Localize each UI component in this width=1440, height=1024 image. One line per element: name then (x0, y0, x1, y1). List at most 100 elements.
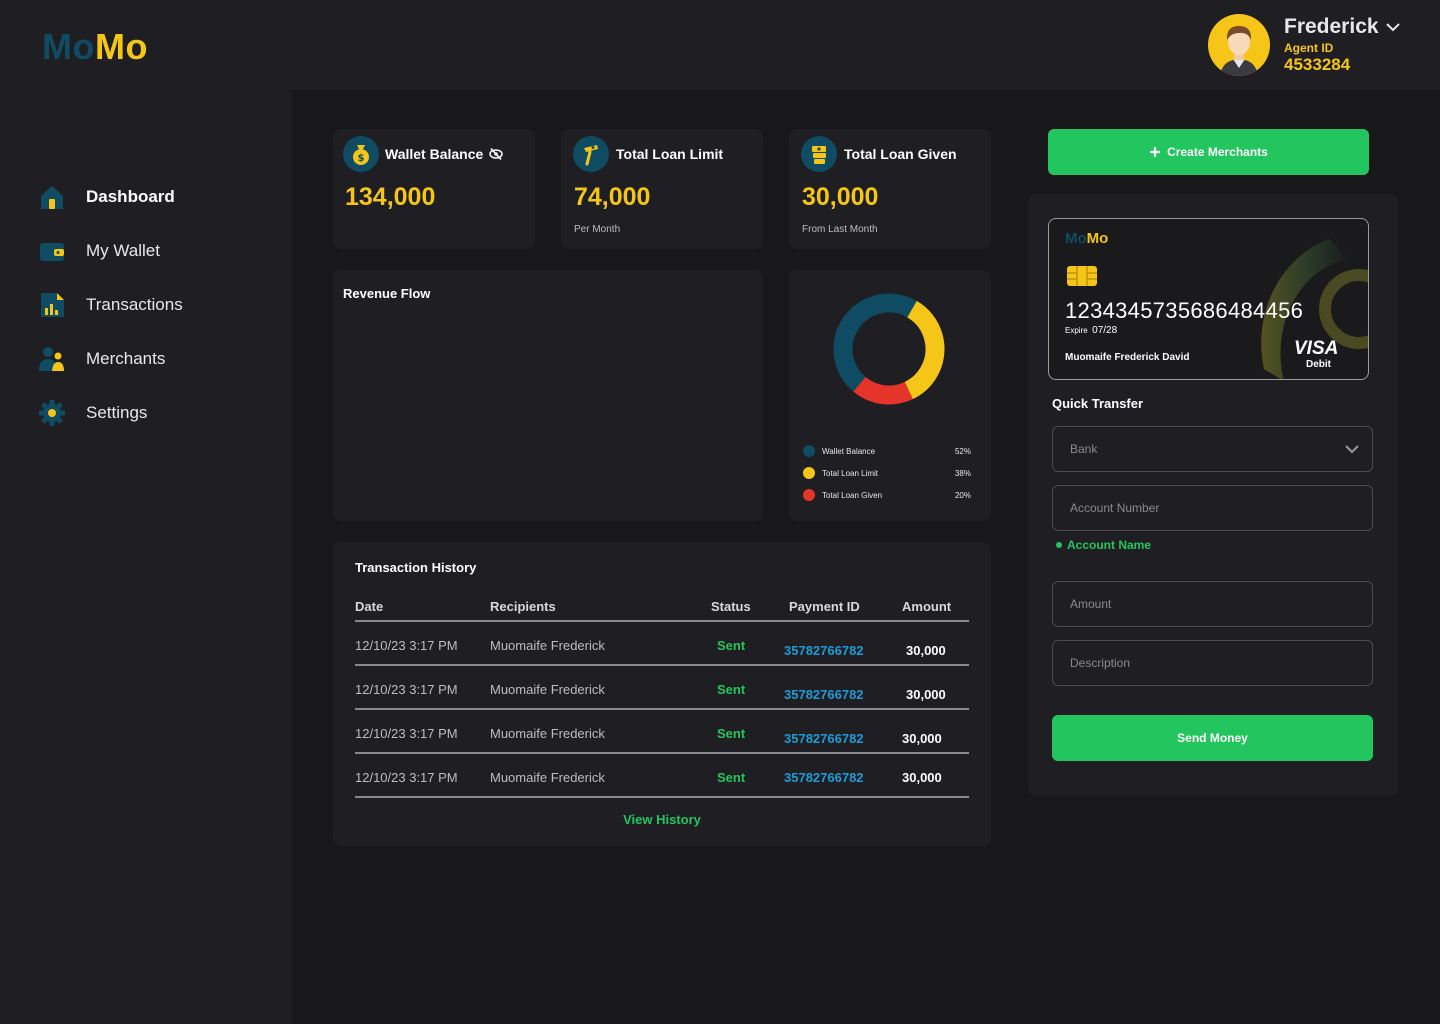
sidebar-item-label: Settings (86, 403, 148, 422)
legend-value: 38% (954, 468, 971, 478)
transaction-history-title: Transaction History (355, 560, 477, 575)
sidebar-item-dashboard[interactable]: Dashboard (38, 170, 183, 224)
card-holder-name: Muomaife Frederick David (1065, 352, 1190, 363)
revenue-flow-card: Revenue Flow (333, 270, 763, 521)
total-loan-given-card: Total Loan Given 30,000 From Last Month (789, 129, 991, 249)
cell-payment-id[interactable]: 35782766782 (784, 731, 864, 746)
send-money-label: Send Money (1177, 731, 1248, 745)
view-history-link[interactable]: View History (333, 812, 991, 827)
eye-off-icon[interactable] (489, 147, 504, 161)
card-number: 1234345735686484456 (1065, 298, 1304, 323)
donut-chart (833, 293, 945, 405)
card-brand: MoMo (1065, 230, 1109, 247)
visa-logo: VISA (1294, 338, 1339, 359)
divider (355, 620, 969, 622)
create-merchants-button[interactable]: Create Merchants (1048, 129, 1369, 175)
status-badge: Sent (717, 726, 746, 741)
sidebar-nav: Dashboard My Wallet Transactions Merchan… (38, 170, 183, 440)
chevron-down-icon[interactable] (1385, 15, 1401, 39)
status-dot-icon (1056, 542, 1062, 548)
column-header-payment-id: Payment ID (789, 599, 860, 614)
cell-date: 12/10/23 3:17 PM (355, 770, 458, 785)
account-number-field[interactable] (1052, 485, 1373, 531)
cell-amount: 30,000 (902, 731, 942, 746)
bank-select[interactable]: Bank (1052, 426, 1373, 472)
stat-value: 74,000 (574, 183, 651, 211)
cell-payment-id[interactable]: 35782766782 (784, 687, 864, 702)
bar-chart-icon (38, 291, 66, 319)
stat-title: Total Loan Limit (616, 146, 724, 162)
bank-select-value: Bank (1070, 442, 1098, 456)
account-number-input[interactable] (1070, 501, 1372, 515)
sidebar-item-label: My Wallet (86, 241, 160, 260)
sidebar-item-settings[interactable]: Settings (38, 386, 183, 440)
column-header-date: Date (355, 599, 384, 614)
divider (355, 664, 969, 666)
users-icon (38, 345, 66, 373)
divider (355, 796, 969, 798)
chip-icon (1067, 266, 1097, 291)
legend-item: Wallet Balance 52% (803, 445, 971, 457)
legend-value: 52% (954, 446, 971, 456)
column-header-amount: Amount (902, 599, 952, 614)
sidebar-item-transactions[interactable]: Transactions (38, 278, 183, 332)
create-merchants-label: Create Merchants (1167, 145, 1268, 159)
amount-input[interactable] (1070, 597, 1372, 611)
sidebar-item-label: Dashboard (86, 187, 175, 206)
sidebar-item-label: Transactions (86, 295, 183, 314)
agent-id-value: 4533284 (1284, 55, 1351, 74)
divider (355, 708, 969, 710)
cell-recipient: Muomaife Frederick (490, 726, 605, 741)
cell-amount: 30,000 (906, 687, 946, 702)
wallet-icon (38, 237, 66, 265)
amount-field[interactable] (1052, 581, 1373, 627)
stat-value: 30,000 (802, 183, 879, 211)
wallet-balance-card: $ Wallet Balance 134,000 (333, 129, 535, 249)
stat-value: 134,000 (345, 183, 436, 211)
profile-name: Frederick (1284, 15, 1379, 38)
cell-date: 12/10/23 3:17 PM (355, 682, 458, 697)
legend-item: Total Loan Limit 38% (803, 467, 971, 479)
legend-swatch (803, 445, 815, 457)
gear-icon (38, 399, 66, 427)
quick-transfer-title: Quick Transfer (1052, 396, 1144, 411)
revenue-flow-title: Revenue Flow (343, 286, 431, 301)
user-profile[interactable]: Frederick Agent ID 4533284 (1208, 14, 1401, 76)
legend-label: Total Loan Limit (822, 468, 879, 478)
agent-id-label: Agent ID (1284, 41, 1334, 55)
avatar[interactable] (1208, 14, 1270, 76)
plus-icon (1149, 146, 1161, 158)
description-field[interactable] (1052, 640, 1373, 686)
sidebar-item-label: Merchants (86, 349, 166, 368)
legend-label: Wallet Balance (822, 446, 876, 456)
profile-info: Frederick Agent ID 4533284 (1284, 15, 1401, 75)
sidebar-item-my-wallet[interactable]: My Wallet (38, 224, 183, 278)
transaction-history-card: Transaction History Date Recipients Stat… (333, 542, 991, 846)
legend-swatch (803, 489, 815, 501)
status-badge: Sent (717, 682, 746, 697)
svg-text:$: $ (358, 153, 365, 164)
profile-name-row[interactable]: Frederick (1284, 15, 1401, 39)
status-badge: Sent (717, 770, 746, 785)
sidebar: MoMo Dashboard My Wallet Transactions Me… (0, 0, 292, 1024)
home-icon (38, 183, 66, 211)
cell-amount: 30,000 (902, 770, 942, 785)
debit-card[interactable]: MoMo 1234345735686484456 Expire 07/28 Mu… (1048, 218, 1369, 380)
cell-payment-id[interactable]: 35782766782 (784, 643, 864, 658)
sidebar-item-merchants[interactable]: Merchants (38, 332, 183, 386)
quick-transfer-panel: MoMo 1234345735686484456 Expire 07/28 Mu… (1028, 194, 1398, 796)
cell-recipient: Muomaife Frederick (490, 682, 605, 697)
cell-date: 12/10/23 3:17 PM (355, 726, 458, 741)
stat-subtitle: From Last Month (802, 224, 878, 235)
legend-item: Total Loan Given 20% (803, 489, 971, 501)
legend-swatch (803, 467, 815, 479)
legend-label: Total Loan Given (822, 490, 883, 500)
divider (355, 752, 969, 754)
stat-title: Wallet Balance (385, 146, 484, 162)
legend-value: 20% (954, 490, 971, 500)
send-money-button[interactable]: Send Money (1052, 715, 1373, 761)
cell-payment-id[interactable]: 35782766782 (784, 770, 864, 785)
status-badge: Sent (717, 638, 746, 653)
app-logo[interactable]: MoMo (42, 26, 148, 68)
description-input[interactable] (1070, 656, 1372, 670)
